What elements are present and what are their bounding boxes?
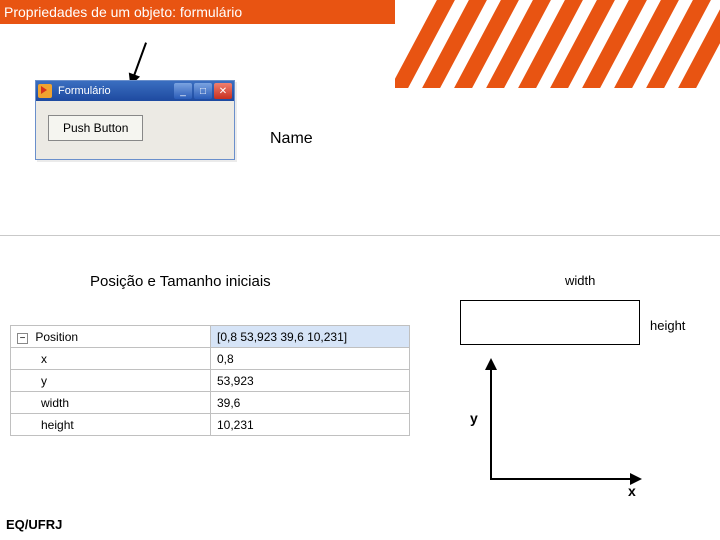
footer-text: EQ/UFRJ [6,517,62,532]
maximize-icon[interactable]: □ [194,83,212,99]
prop-value: [0,8 53,923 39,6 10,231] [211,326,410,348]
arrow-annotation [130,42,147,84]
prop-value: 39,6 [211,392,410,414]
y-axis [490,360,492,480]
table-row: x 0,8 [11,348,410,370]
prop-key: width [11,392,211,414]
prop-value: 10,231 [211,414,410,436]
property-table: − Position [0,8 53,923 39,6 10,231] x 0,… [10,325,410,436]
collapse-icon[interactable]: − [17,333,28,344]
name-annotation: Name [270,130,313,148]
width-label: width [565,273,595,288]
prop-key: y [11,370,211,392]
window-titlebar: Formulário _ □ ✕ [36,81,234,101]
table-row: width 39,6 [11,392,410,414]
table-row: height 10,231 [11,414,410,436]
coordinate-diagram: width height y x [430,265,690,495]
x-axis-label: x [628,483,636,499]
decorative-stripes [395,0,720,88]
section-title: Posição e Tamanho iniciais [90,273,271,290]
prop-key: − Position [11,326,211,348]
matlab-icon [38,84,52,98]
x-axis [490,478,640,480]
height-label: height [650,318,685,333]
prop-key: x [11,348,211,370]
prop-value: 0,8 [211,348,410,370]
window-title: Formulário [56,85,170,97]
window-body: Push Button [36,101,234,159]
size-rectangle [460,300,640,345]
prop-key: height [11,414,211,436]
header: Propriedades de um objeto: formulário [0,0,720,24]
minimize-icon[interactable]: _ [174,83,192,99]
formulario-window: Formulário _ □ ✕ Push Button [35,80,235,160]
push-button[interactable]: Push Button [48,115,143,141]
close-icon[interactable]: ✕ [214,83,232,99]
page-title: Propriedades de um objeto: formulário [0,0,395,24]
divider [0,235,720,236]
y-axis-label: y [470,410,478,426]
prop-value: 53,923 [211,370,410,392]
table-row: − Position [0,8 53,923 39,6 10,231] [11,326,410,348]
table-row: y 53,923 [11,370,410,392]
